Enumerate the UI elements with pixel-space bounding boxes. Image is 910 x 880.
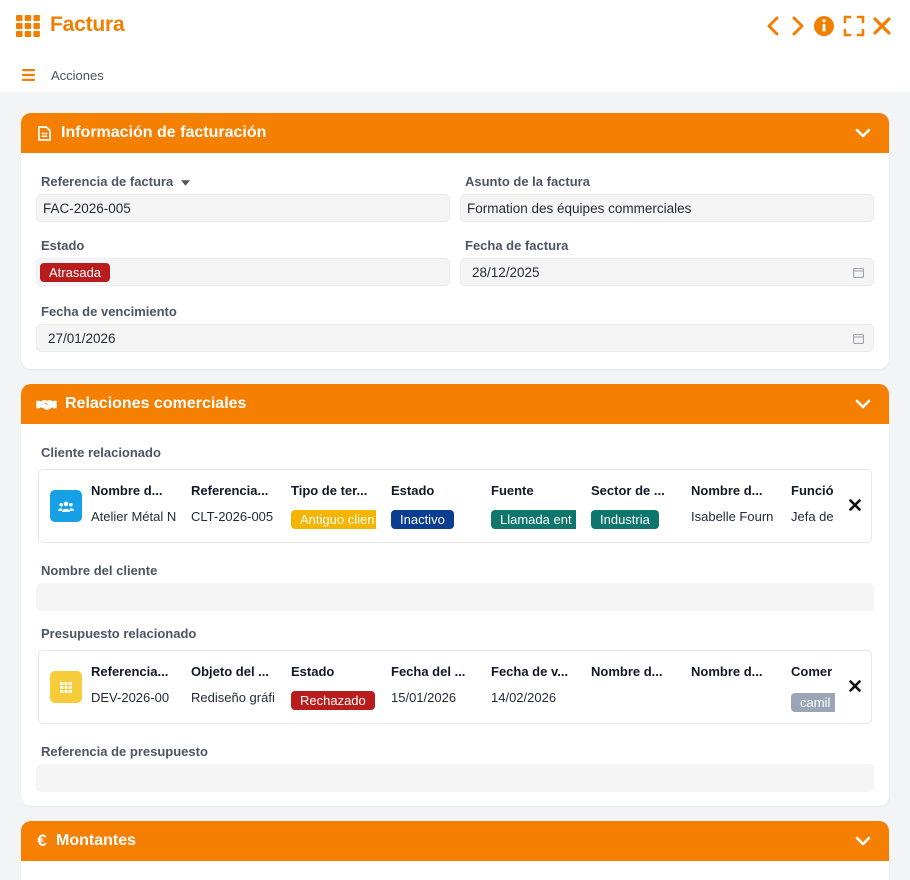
client-name-field[interactable] bbox=[36, 583, 874, 611]
due-date-label: Fecha de vencimiento bbox=[41, 304, 177, 319]
next-icon[interactable] bbox=[786, 14, 808, 38]
quote-status-cell: Rechazado bbox=[291, 691, 377, 710]
subject-field[interactable]: Formation des équipes commerciales bbox=[460, 194, 874, 222]
handshake-icon bbox=[35, 395, 57, 413]
relations-panel: Relaciones comerciales Cliente relaciona… bbox=[21, 384, 889, 806]
users-icon bbox=[50, 490, 82, 522]
client-status-cell: Inactivo bbox=[391, 510, 477, 529]
actions-bar: Acciones bbox=[22, 66, 104, 84]
subject-label: Asunto de la factura bbox=[465, 174, 590, 189]
chevron-down-icon[interactable] bbox=[855, 396, 871, 412]
client-col-header: Tipo de ter... bbox=[291, 483, 368, 498]
client-status-badge: Inactivo bbox=[391, 510, 454, 529]
actions-menu-button[interactable]: Acciones bbox=[51, 68, 104, 83]
client-col-header: Fuente bbox=[491, 483, 534, 498]
quote-col-value: 14/02/2026 bbox=[491, 690, 557, 705]
related-client-label: Cliente relacionado bbox=[41, 445, 161, 460]
reference-label-text: Referencia de factura bbox=[41, 174, 174, 189]
status-field[interactable]: Atrasada bbox=[36, 258, 450, 286]
title-bar: Factura Acciones bbox=[0, 0, 910, 92]
billing-info-title: Información de facturación bbox=[61, 124, 267, 141]
window-title: Factura bbox=[50, 13, 125, 36]
amounts-panel: € Montantes bbox=[21, 821, 889, 880]
client-col-header: Referencia... bbox=[191, 483, 269, 498]
reference-field[interactable]: FAC-2026-005 bbox=[36, 194, 450, 222]
quote-col-header: Fecha del ... bbox=[391, 664, 466, 679]
invoice-date-label: Fecha de factura bbox=[465, 238, 569, 253]
grid-icon bbox=[50, 671, 82, 703]
quote-col-header: Comer bbox=[791, 664, 833, 679]
euro-icon: € bbox=[37, 831, 47, 850]
amounts-title: Montantes bbox=[56, 832, 136, 849]
status-badge: Atrasada bbox=[40, 262, 111, 282]
close-icon[interactable] bbox=[871, 14, 893, 38]
quote-col-value: 15/01/2026 bbox=[391, 690, 457, 705]
billing-info-header[interactable]: Información de facturación bbox=[21, 113, 889, 153]
document-icon bbox=[35, 124, 53, 142]
quote-status-badge: Rechazado bbox=[291, 691, 375, 710]
due-date-field[interactable]: 27/01/2026 bbox=[36, 324, 874, 352]
quote-ref-label: Referencia de presupuesto bbox=[41, 744, 208, 759]
client-col-header: Nombre d... bbox=[691, 483, 763, 498]
caret-down-icon[interactable] bbox=[180, 179, 190, 186]
invoice-window: Factura Acciones Información de facturac… bbox=[0, 0, 910, 880]
remove-quote-icon[interactable] bbox=[849, 680, 861, 692]
client-col-value: Atelier Métal N bbox=[91, 509, 177, 524]
client-col-header: Sector de ... bbox=[591, 483, 665, 498]
quote-col-header: Objeto del ... bbox=[191, 664, 270, 679]
amounts-header[interactable]: € Montantes bbox=[21, 821, 889, 861]
related-quote-label: Presupuesto relacionado bbox=[41, 626, 197, 641]
invoice-date-value: 28/12/2025 bbox=[472, 264, 540, 280]
previous-icon[interactable] bbox=[763, 14, 785, 38]
client-col-header: Nombre d... bbox=[91, 483, 163, 498]
chevron-down-icon[interactable] bbox=[855, 833, 871, 849]
client-type-badge: Antiguo clien bbox=[291, 510, 376, 529]
quote-col-header: Referencia... bbox=[91, 664, 169, 679]
quote-col-header: Fecha de v... bbox=[491, 664, 569, 679]
client-col-header: Funció bbox=[791, 483, 834, 498]
quote-col-header: Estado bbox=[291, 664, 335, 679]
quote-col-value: Rediseño gráfi bbox=[191, 690, 275, 705]
relations-title: Relaciones comerciales bbox=[65, 395, 247, 412]
remove-client-icon[interactable] bbox=[849, 499, 861, 511]
calendar-icon[interactable] bbox=[853, 333, 864, 344]
reference-label: Referencia de factura bbox=[41, 174, 190, 189]
client-sector-cell: Industria bbox=[591, 510, 677, 529]
client-col-header: Estado bbox=[391, 483, 435, 498]
quote-col-value: DEV-2026-00 bbox=[91, 690, 170, 705]
client-type-cell: Antiguo clien bbox=[291, 510, 376, 529]
client-sector-badge: Industria bbox=[591, 510, 659, 529]
related-client-card[interactable]: Nombre d... Atelier Métal N Referencia..… bbox=[38, 469, 872, 543]
fullscreen-icon[interactable] bbox=[843, 14, 865, 38]
quote-col-header: Nombre d... bbox=[591, 664, 663, 679]
quote-sales-cell: camil bbox=[791, 693, 835, 712]
relations-header[interactable]: Relaciones comerciales bbox=[21, 384, 889, 424]
client-col-value: Jefa de bbox=[791, 509, 834, 524]
client-name-label: Nombre del cliente bbox=[41, 563, 158, 578]
quote-ref-field[interactable] bbox=[36, 764, 874, 792]
apps-grid-icon[interactable] bbox=[16, 15, 40, 37]
menu-icon[interactable] bbox=[22, 69, 35, 81]
client-source-badge: Llamada ent bbox=[491, 510, 576, 529]
related-quote-card[interactable]: Referencia... DEV-2026-00 Objeto del ...… bbox=[38, 650, 872, 724]
client-col-value: Isabelle Fourn bbox=[691, 509, 774, 524]
sales-rep-badge: camil bbox=[791, 693, 835, 712]
due-date-value: 27/01/2026 bbox=[48, 330, 116, 346]
client-col-value: CLT-2026-005 bbox=[191, 509, 274, 524]
status-label: Estado bbox=[41, 238, 85, 253]
client-source-cell: Llamada ent bbox=[491, 510, 576, 529]
info-icon[interactable] bbox=[813, 14, 835, 38]
quote-col-header: Nombre d... bbox=[691, 664, 763, 679]
invoice-date-field[interactable]: 28/12/2025 bbox=[460, 258, 874, 286]
chevron-down-icon[interactable] bbox=[855, 125, 871, 141]
billing-info-panel: Información de facturación Referencia de… bbox=[21, 113, 889, 369]
calendar-icon[interactable] bbox=[853, 267, 864, 278]
